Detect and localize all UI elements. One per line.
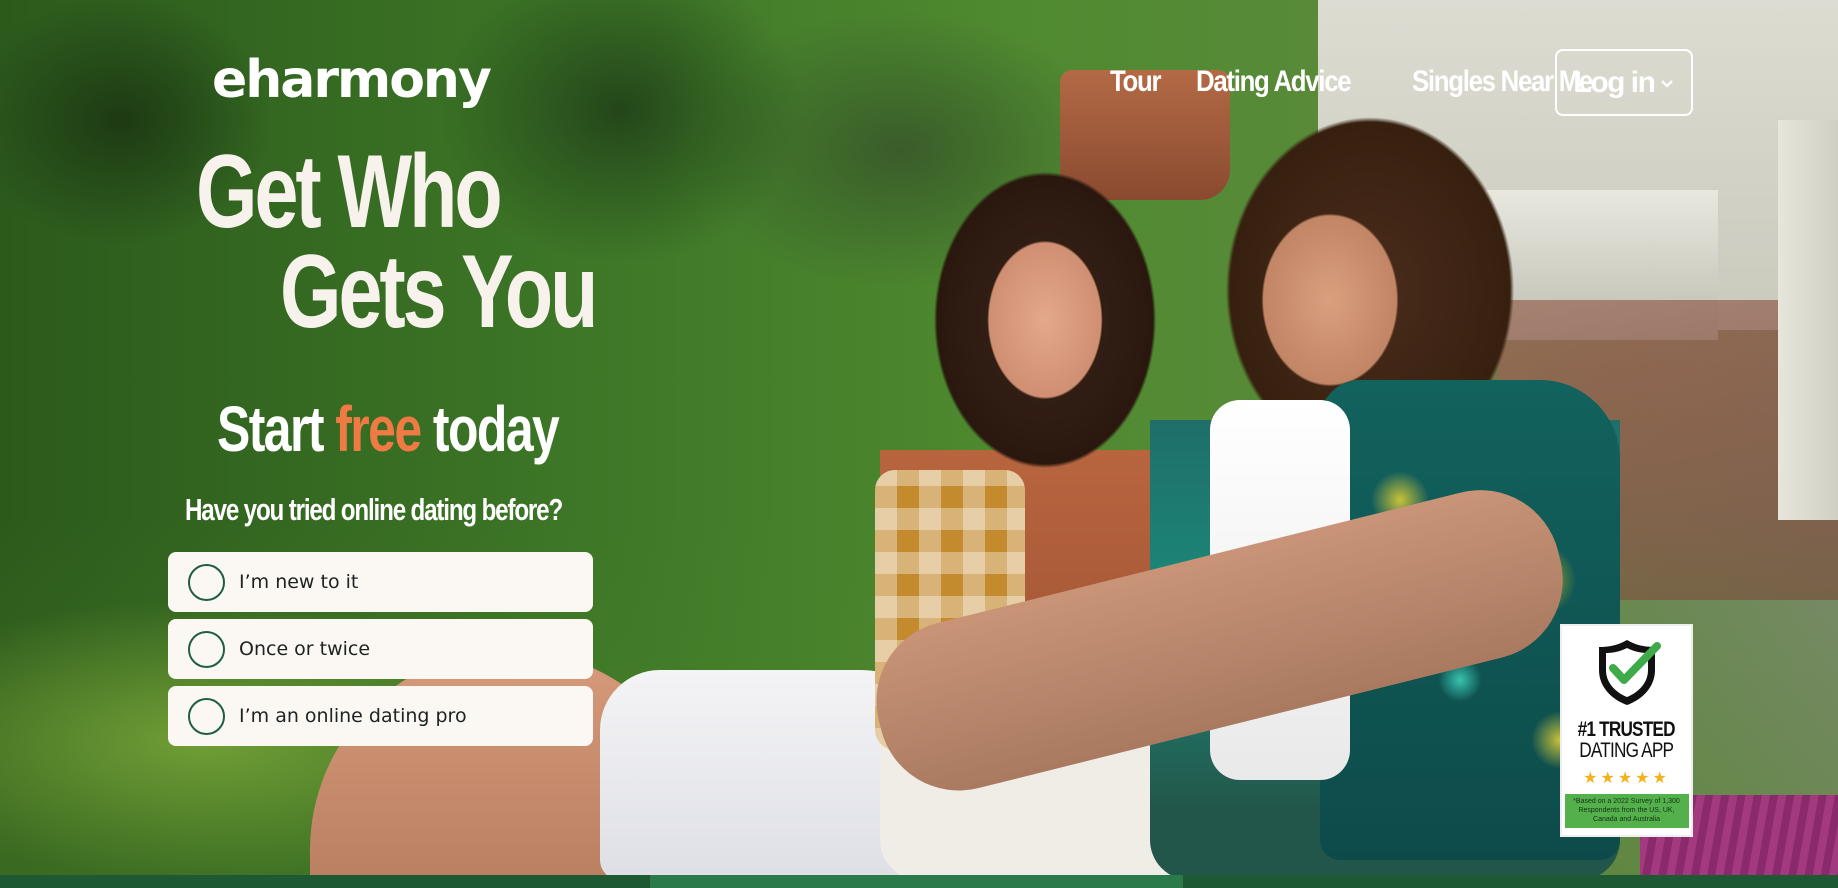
option-once-or-twice[interactable]: Once or twice <box>168 619 593 679</box>
nav-link-tour[interactable]: Tour <box>1110 65 1162 99</box>
dating-experience-question: Have you tried online dating before? <box>185 492 563 527</box>
option-online-dating-pro[interactable]: I’m an online dating pro <box>168 686 593 746</box>
login-label: Log in <box>1573 65 1656 99</box>
trusted-dating-app-badge: #1 TRUSTED DATING APP ★★★★★ *Based on a … <box>1560 624 1693 837</box>
start-prefix: Start <box>217 393 336 465</box>
bottom-bar-segment <box>650 875 1183 888</box>
start-highlight: free <box>335 393 422 465</box>
radio-button[interactable] <box>188 697 225 735</box>
option-label: Once or twice <box>239 638 371 660</box>
star-rating: ★★★★★ <box>1583 770 1670 788</box>
pillar <box>1778 120 1838 520</box>
eharmony-logo[interactable]: eharmony <box>212 50 492 110</box>
start-suffix: today <box>420 393 560 465</box>
headline-line-2: Gets You <box>280 234 598 350</box>
bottom-bar <box>0 875 1838 888</box>
radio-button[interactable] <box>188 563 225 601</box>
badge-title: #1 TRUSTED <box>1577 718 1676 741</box>
option-label: I’m new to it <box>239 571 359 593</box>
headline-line-1: Get Who <box>196 134 503 250</box>
login-button[interactable]: Log in <box>1555 49 1693 116</box>
badge-subtitle: DATING APP <box>1579 739 1675 762</box>
nav-link-dating-advice[interactable]: Dating Advice <box>1196 65 1352 99</box>
shield-check-icon <box>1591 636 1663 713</box>
chevron-down-icon <box>1660 76 1674 94</box>
start-free-heading: Start free today <box>217 392 560 466</box>
badge-footnote: *Based on a 2022 Survey of 1,300 Respond… <box>1564 794 1689 829</box>
option-label: I’m an online dating pro <box>239 705 467 727</box>
radio-button[interactable] <box>188 630 225 668</box>
option-new-to-it[interactable]: I’m new to it <box>168 552 593 612</box>
dating-experience-options: I’m new to it Once or twice I’m an onlin… <box>168 552 593 753</box>
